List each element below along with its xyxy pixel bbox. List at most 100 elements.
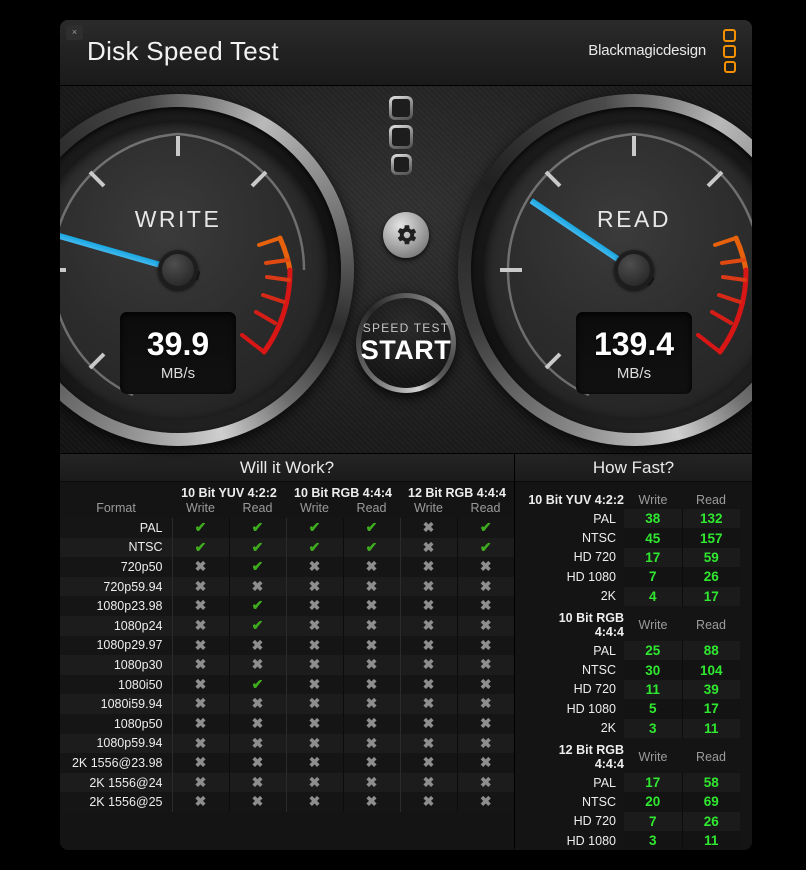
read-speed-value: 26 bbox=[681, 811, 740, 832]
support-cell: ✖ bbox=[285, 753, 343, 773]
support-cell: ✔ bbox=[228, 674, 286, 695]
support-cell: ✖ bbox=[399, 733, 457, 754]
cross-icon: ✖ bbox=[479, 558, 492, 575]
support-cell: ✔ bbox=[342, 537, 400, 558]
settings-button[interactable] bbox=[383, 212, 429, 258]
table-row: 720p59.94 ✖ ✖ ✖ ✖ ✖ ✖ bbox=[60, 576, 514, 597]
row-format-label: 2K bbox=[600, 589, 616, 604]
support-cell: ✖ bbox=[171, 772, 229, 793]
section-header-row: 12 Bit RGB 4:4:4 Write Read bbox=[527, 738, 740, 773]
check-icon: ✔ bbox=[479, 538, 492, 555]
read-column-header: Read bbox=[696, 493, 726, 507]
section-title: 12 Bit RGB 4:4:4 bbox=[558, 742, 624, 771]
support-cell: ✖ bbox=[399, 753, 457, 773]
support-cell: ✖ bbox=[342, 615, 400, 636]
read-speed-value: 59 bbox=[681, 547, 740, 568]
check-icon: ✔ bbox=[479, 519, 492, 535]
table-row: NTSC 45 157 bbox=[527, 528, 740, 548]
read-speed-value: 11 bbox=[681, 831, 740, 850]
row-format-label: HD 1080 bbox=[566, 701, 616, 716]
support-cell: ✖ bbox=[285, 655, 343, 675]
read-column-header: Read bbox=[696, 749, 726, 764]
support-cell: ✖ bbox=[285, 772, 343, 793]
how-fast-heading: How Fast? bbox=[515, 454, 752, 482]
table-row: HD 1080 5 17 bbox=[527, 699, 740, 719]
read-readout: 139.4 MB/s bbox=[576, 312, 692, 394]
cross-icon: ✖ bbox=[479, 616, 492, 633]
table-row: 1080i50 ✖ ✔ ✖ ✖ ✖ ✖ bbox=[60, 674, 514, 695]
row-format-label: PAL bbox=[593, 775, 616, 790]
write-column-header: Write bbox=[638, 749, 668, 764]
read-gauge-hub bbox=[614, 250, 654, 290]
write-speed-value: 3 bbox=[624, 718, 682, 738]
support-cell: ✔ bbox=[228, 518, 286, 538]
support-cell: ✖ bbox=[285, 596, 343, 616]
group-header-row: 10 Bit YUV 4:2:2 10 Bit RGB 4:4:4 12 Bit… bbox=[60, 486, 514, 501]
will-it-work-body: PAL ✔ ✔ ✔ ✔ ✖ ✔ NTSC ✔ ✔ ✔ ✔ ✖ ✔ 720p50 ✖ ✔ ✖ ✖ ✖ ✖ 720p59.94… bbox=[60, 518, 514, 812]
support-cell: ✖ bbox=[342, 576, 400, 597]
cross-icon: ✖ bbox=[194, 695, 207, 712]
table-row: NTSC 20 69 bbox=[527, 792, 740, 812]
group-header-1: 10 Bit RGB 4:4:4 bbox=[294, 486, 392, 500]
table-row: HD 720 17 59 bbox=[527, 547, 740, 568]
support-cell: ✖ bbox=[171, 753, 229, 773]
table-row: NTSC ✔ ✔ ✔ ✔ ✖ ✔ bbox=[60, 537, 514, 558]
cross-icon: ✖ bbox=[251, 754, 264, 771]
row-format-label: 1080p50 bbox=[60, 713, 172, 734]
support-cell: ✖ bbox=[228, 635, 286, 656]
support-cell: ✖ bbox=[399, 557, 457, 577]
support-cell: ✔ bbox=[171, 537, 229, 558]
support-cell: ✖ bbox=[456, 772, 514, 793]
row-format-label: PAL bbox=[593, 643, 616, 658]
check-icon: ✔ bbox=[251, 558, 264, 575]
support-cell: ✖ bbox=[285, 733, 343, 754]
support-cell: ✖ bbox=[342, 772, 400, 793]
write-unit: MB/s bbox=[160, 365, 196, 382]
results-panels: Will it Work? 10 Bit YUV 4:2:2 10 Bit RG… bbox=[60, 454, 752, 850]
cross-icon: ✖ bbox=[308, 597, 321, 614]
write-column-header: Write bbox=[638, 617, 668, 632]
cross-icon: ✖ bbox=[194, 734, 207, 751]
row-format-label: NTSC bbox=[581, 531, 616, 546]
support-cell: ✖ bbox=[342, 733, 400, 754]
support-cell: ✖ bbox=[456, 635, 514, 656]
cross-icon: ✖ bbox=[422, 754, 435, 771]
support-cell: ✖ bbox=[285, 635, 343, 656]
support-cell: ✖ bbox=[228, 733, 286, 754]
write-gauge-label: WRITE bbox=[134, 206, 222, 232]
cross-icon: ✖ bbox=[194, 597, 207, 614]
support-cell: ✖ bbox=[342, 557, 400, 577]
how-fast-table: 12 Bit RGB 4:4:4 Write Read PAL 17 58 NTSC 20 69… bbox=[527, 738, 740, 850]
cross-icon: ✖ bbox=[365, 636, 378, 653]
cross-icon: ✖ bbox=[422, 519, 435, 535]
cross-icon: ✖ bbox=[308, 754, 321, 771]
write-speed-value: 20 bbox=[624, 792, 682, 812]
close-button[interactable]: × bbox=[66, 25, 83, 40]
write-speed-value: 17 bbox=[624, 772, 682, 793]
table-row: 1080p24 ✖ ✔ ✖ ✖ ✖ ✖ bbox=[60, 615, 514, 636]
support-cell: ✖ bbox=[399, 655, 457, 675]
read-speed-value: 157 bbox=[681, 528, 740, 548]
cross-icon: ✖ bbox=[365, 714, 378, 731]
cross-icon: ✖ bbox=[251, 577, 264, 594]
row-format-label: HD 1080 bbox=[566, 833, 616, 848]
support-cell: ✖ bbox=[456, 655, 514, 675]
gauge-deck: WRITE 39.9 MB/s READ 139.4 MB/s SPEED TE… bbox=[60, 86, 752, 454]
cross-icon: ✖ bbox=[422, 656, 435, 673]
start-button[interactable]: SPEED TEST START bbox=[356, 293, 456, 393]
cross-icon: ✖ bbox=[365, 616, 378, 633]
write-speed-value: 4 bbox=[624, 586, 682, 606]
support-cell: ✔ bbox=[456, 518, 514, 538]
cross-icon: ✖ bbox=[365, 656, 378, 673]
support-cell: ✔ bbox=[228, 615, 286, 636]
sub-header-2: Write bbox=[300, 501, 329, 515]
table-row: 2K 1556@24 ✖ ✖ ✖ ✖ ✖ ✖ bbox=[60, 772, 514, 793]
support-cell: ✖ bbox=[171, 792, 229, 812]
cross-icon: ✖ bbox=[422, 577, 435, 594]
read-speed-value: 69 bbox=[681, 792, 740, 812]
support-cell: ✖ bbox=[399, 674, 457, 695]
write-speed-value: 7 bbox=[624, 811, 682, 832]
how-fast-table: 10 Bit RGB 4:4:4 Write Read PAL 25 88 NTSC 30 10… bbox=[527, 606, 740, 738]
support-cell: ✖ bbox=[285, 792, 343, 812]
cross-icon: ✖ bbox=[308, 558, 321, 575]
